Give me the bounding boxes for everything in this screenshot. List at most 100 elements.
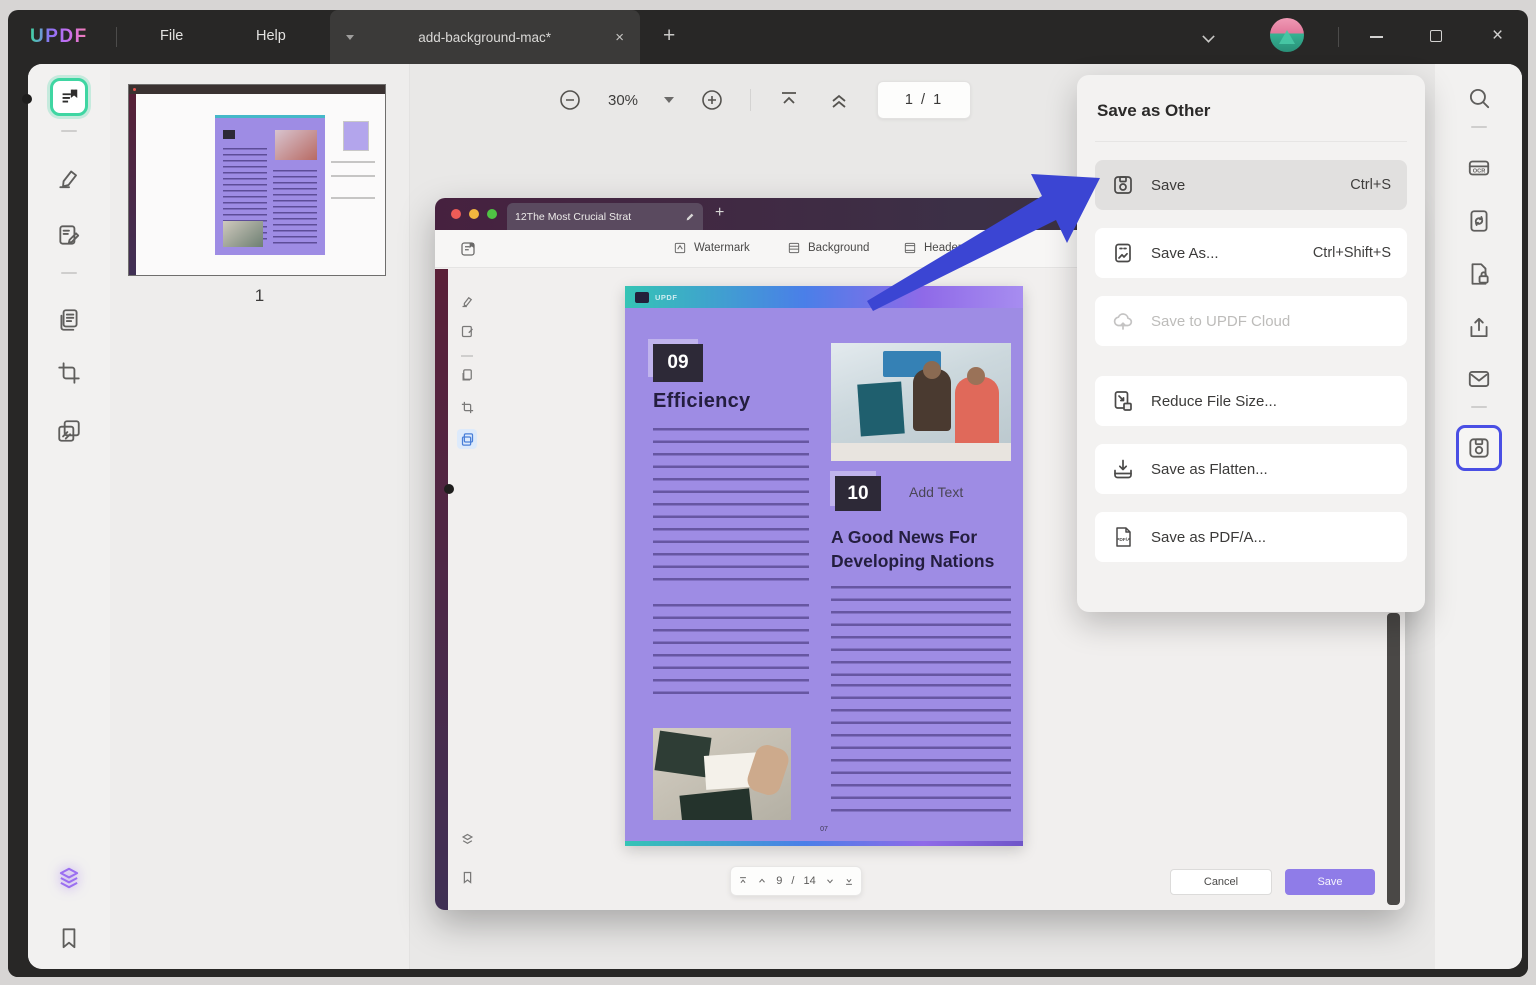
menu-item-save[interactable]: Save Ctrl+S xyxy=(1095,160,1407,210)
add-text-label: Add Text xyxy=(909,484,963,500)
header-footer-tool[interactable]: Header & xyxy=(903,241,973,255)
close-button[interactable]: × xyxy=(1492,23,1503,50)
titlebar: UPDF File Help add-background-mac* × + × xyxy=(8,10,1528,64)
menu-item-save-as-flatten[interactable]: Save as Flatten... xyxy=(1095,444,1407,494)
watermark-tool[interactable]: Watermark xyxy=(673,241,750,255)
menu-item-save-to-updf-cloud: Save to UPDF Cloud xyxy=(1095,296,1407,346)
menu-file[interactable]: File xyxy=(160,28,183,44)
total-pages: 14 xyxy=(803,875,815,887)
mac-traffic-lights[interactable] xyxy=(451,209,497,219)
mini-bookmark-icon[interactable] xyxy=(457,867,477,887)
rename-pencil-icon[interactable] xyxy=(685,212,695,222)
svg-text:OCR: OCR xyxy=(1472,169,1485,175)
floppy-icon xyxy=(1111,173,1135,197)
mini-pages-icon[interactable] xyxy=(457,429,477,449)
previous-page-icon[interactable] xyxy=(757,876,767,886)
blurred-text-block xyxy=(653,428,809,588)
search-icon[interactable] xyxy=(1461,80,1497,116)
annotate-icon[interactable] xyxy=(51,160,87,196)
zoom-dropdown-icon[interactable] xyxy=(664,97,674,103)
reduce-icon xyxy=(1111,389,1135,413)
maximize-button[interactable] xyxy=(1430,30,1442,42)
page-thumbnail[interactable] xyxy=(128,84,386,276)
chevron-down-icon[interactable] xyxy=(1202,30,1214,42)
page-logo-text: UPDF xyxy=(655,293,677,302)
page-indicator[interactable]: 1 / 1 xyxy=(877,81,971,119)
rail-divider xyxy=(61,272,77,274)
page-separator: / xyxy=(791,875,794,887)
mail-icon[interactable] xyxy=(1461,361,1497,397)
titlebar-separator-2 xyxy=(1338,27,1339,47)
menu-item-save-as-pdf-a[interactable]: PDF/ASave as PDF/A... xyxy=(1095,512,1407,562)
reader-view-icon[interactable] xyxy=(50,78,88,116)
extract-pages-icon[interactable] xyxy=(51,413,87,449)
tab-dropdown-icon[interactable] xyxy=(346,35,354,40)
mini-divider xyxy=(461,355,473,357)
menu-item-label: Reduce File Size... xyxy=(1151,393,1277,410)
avatar[interactable] xyxy=(1270,18,1304,52)
layers-icon[interactable] xyxy=(51,860,87,896)
mac-scrollbar[interactable] xyxy=(1387,613,1400,905)
menu-item-reduce-file-size[interactable]: Reduce File Size... xyxy=(1095,376,1407,426)
pdf-page[interactable]: UPDF 09 Efficiency 10 Add Text A Good xyxy=(625,286,1023,846)
page-header-bar: UPDF xyxy=(625,286,1023,308)
right-toolbar: OCR xyxy=(1435,64,1522,969)
zoom-in-icon[interactable] xyxy=(700,88,724,112)
panel-divider xyxy=(1095,141,1407,142)
menu-help[interactable]: Help xyxy=(256,28,286,44)
mac-close-icon xyxy=(451,209,461,219)
document-tab[interactable]: add-background-mac* × xyxy=(330,10,640,64)
mac-reader-icon[interactable] xyxy=(459,240,477,263)
thumbnail-page-number: 1 xyxy=(110,286,409,306)
titlebar-separator xyxy=(116,27,117,47)
organize-pages-icon[interactable] xyxy=(51,302,87,338)
convert-icon[interactable] xyxy=(1461,203,1497,239)
minimize-button[interactable] xyxy=(1370,36,1383,38)
share-icon[interactable] xyxy=(1461,310,1497,346)
page-logo-icon xyxy=(635,292,649,303)
section-badge-10: 10 xyxy=(835,476,881,511)
ocr-icon[interactable]: OCR xyxy=(1461,150,1497,186)
save-as-icon xyxy=(1111,241,1135,265)
mac-pagination: 9 / 14 xyxy=(730,866,862,896)
background-tool[interactable]: Background xyxy=(787,241,869,255)
mac-collapse-handle[interactable] xyxy=(444,484,454,494)
new-tab-button[interactable]: + xyxy=(663,24,675,48)
menu-item-label: Save xyxy=(1151,177,1185,194)
mini-crop-icon[interactable] xyxy=(457,397,477,417)
save-as-other-panel: Save as Other SaveCtrl+SSave As...Ctrl+S… xyxy=(1077,75,1425,612)
mac-new-tab-button[interactable]: + xyxy=(715,204,724,222)
mini-edit-icon[interactable] xyxy=(457,321,477,341)
cloud-icon xyxy=(1111,309,1135,333)
last-page-icon[interactable] xyxy=(844,876,854,886)
mini-annotate-icon[interactable] xyxy=(457,291,477,311)
edit-page-icon[interactable] xyxy=(51,217,87,253)
chevrons-up-icon[interactable] xyxy=(827,88,851,112)
current-page[interactable]: 9 xyxy=(776,875,782,887)
next-page-icon[interactable] xyxy=(825,876,835,886)
zoom-level[interactable]: 30% xyxy=(608,92,638,109)
menu-item-label: Save as PDF/A... xyxy=(1151,529,1266,546)
first-page-icon[interactable] xyxy=(738,876,748,886)
save-icon-selected[interactable] xyxy=(1453,422,1505,474)
mac-document-tab[interactable]: 12The Most Crucial Strat xyxy=(507,203,703,230)
scroll-to-top-icon[interactable] xyxy=(777,88,801,112)
left-toolbar xyxy=(28,64,110,969)
bookmark-icon[interactable] xyxy=(51,920,87,956)
section-heading-good-news: A Good News For Developing Nations xyxy=(831,526,1017,573)
page-footer-bar xyxy=(625,841,1023,846)
crop-pages-icon[interactable] xyxy=(51,355,87,391)
blurred-text-block xyxy=(653,604,809,704)
section-heading-efficiency: Efficiency xyxy=(653,390,750,413)
confirm-save-button[interactable]: Save xyxy=(1285,869,1375,895)
sidebar-collapse-handle[interactable] xyxy=(22,94,32,104)
menu-item-shortcut: Ctrl+S xyxy=(1350,177,1391,193)
mini-organize-icon[interactable] xyxy=(457,365,477,385)
mini-layers-icon[interactable] xyxy=(457,829,477,849)
protect-icon[interactable] xyxy=(1461,256,1497,292)
tab-close-icon[interactable]: × xyxy=(615,30,624,45)
menu-item-save-as[interactable]: Save As...Ctrl+Shift+S xyxy=(1095,228,1407,278)
rail-divider xyxy=(61,130,77,132)
cancel-button[interactable]: Cancel xyxy=(1170,869,1272,895)
zoom-out-icon[interactable] xyxy=(558,88,582,112)
